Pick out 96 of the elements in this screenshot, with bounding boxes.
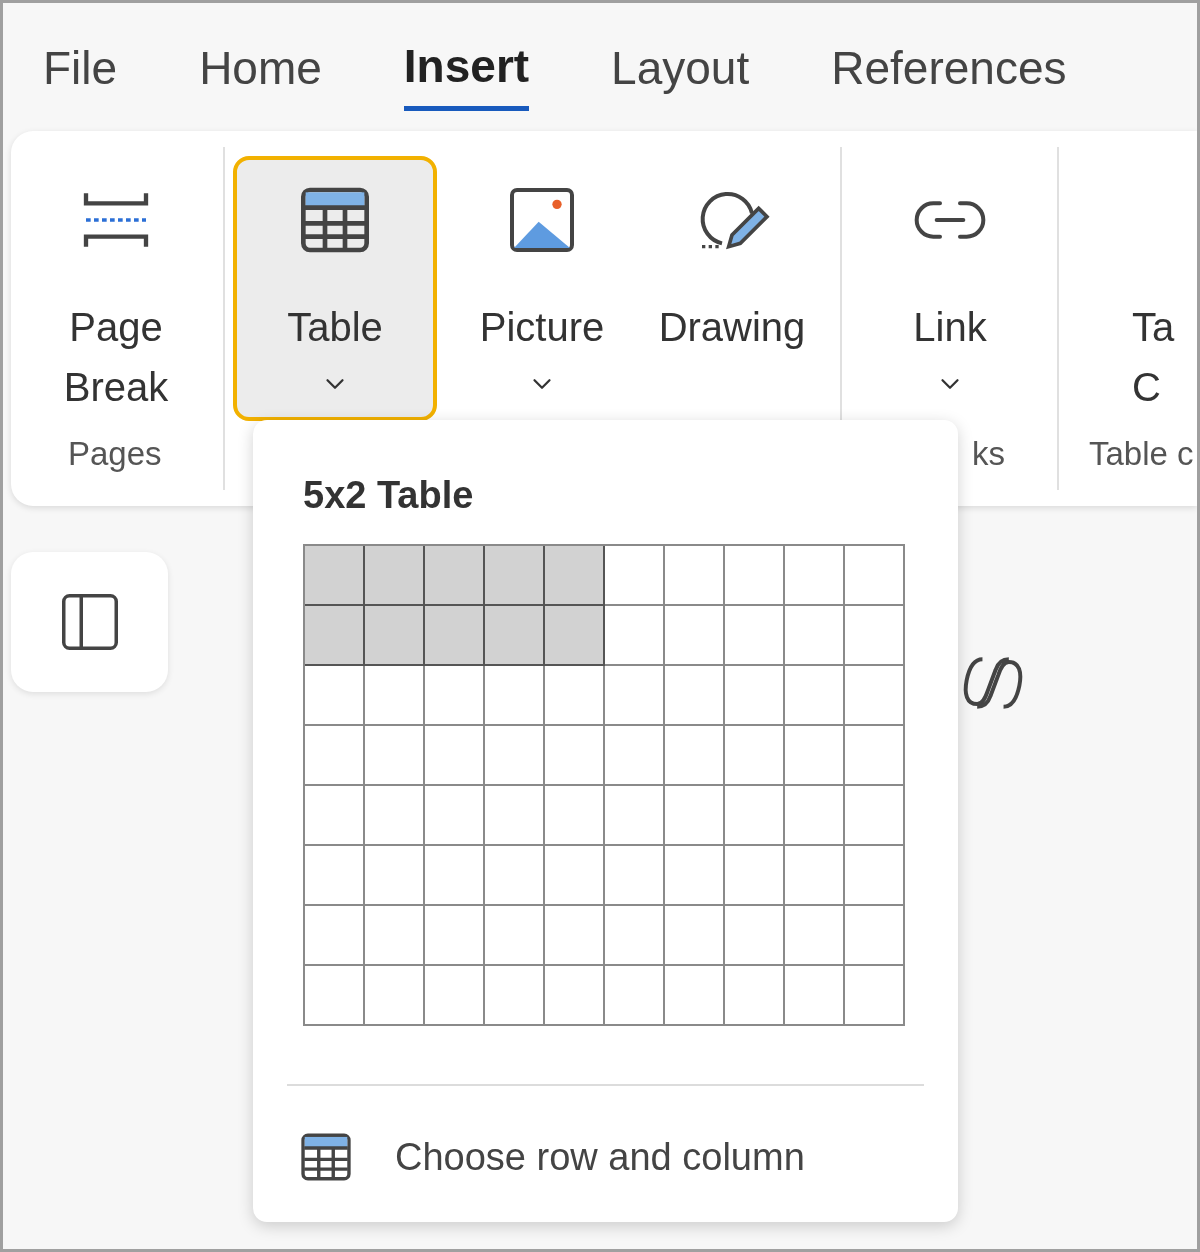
grid-cell[interactable] [785,546,845,606]
grid-cell[interactable] [545,846,605,906]
grid-cell[interactable] [485,966,545,1026]
grid-cell[interactable] [725,906,785,966]
grid-cell[interactable] [365,546,425,606]
grid-cell[interactable] [605,846,665,906]
grid-cell[interactable] [425,966,485,1026]
grid-cell[interactable] [785,666,845,726]
grid-cell[interactable] [665,606,725,666]
grid-cell[interactable] [725,666,785,726]
grid-cell[interactable] [365,726,425,786]
grid-cell[interactable] [365,966,425,1026]
grid-cell[interactable] [545,606,605,666]
ribbon-tab[interactable]: File [43,25,118,111]
grid-cell[interactable] [665,786,725,846]
grid-cell[interactable] [845,786,905,846]
grid-cell[interactable] [845,546,905,606]
group-label: Table c [1088,434,1194,474]
grid-cell[interactable] [845,846,905,906]
ribbon-button[interactable]: Ta C [1129,156,1191,421]
grid-cell[interactable] [725,846,785,906]
grid-cell[interactable] [665,726,725,786]
grid-cell[interactable] [845,906,905,966]
grid-cell[interactable] [425,726,485,786]
grid-cell[interactable] [485,786,545,846]
grid-cell[interactable] [605,906,665,966]
grid-cell[interactable] [545,966,605,1026]
grid-cell[interactable] [725,786,785,846]
group-label: Pages [67,434,163,474]
grid-cell[interactable] [785,786,845,846]
grid-cell[interactable] [545,786,605,846]
grid-cell[interactable] [305,546,365,606]
grid-cell[interactable] [725,726,785,786]
grid-cell[interactable] [665,966,725,1026]
ribbon-tab[interactable]: Insert [403,25,530,111]
grid-cell[interactable] [845,966,905,1026]
grid-cell[interactable] [785,606,845,666]
grid-cell[interactable] [365,666,425,726]
grid-cell[interactable] [425,786,485,846]
group-label: ks [971,434,1006,474]
grid-cell[interactable] [605,726,665,786]
ribbon-button[interactable]: Link [890,156,1010,421]
grid-cell[interactable] [425,546,485,606]
grid-cell[interactable] [305,666,365,726]
grid-cell[interactable] [485,726,545,786]
grid-cell[interactable] [485,546,545,606]
ribbon-button[interactable]: Drawing [647,156,817,421]
ribbon-tab[interactable]: Home [199,25,322,111]
grid-cell[interactable] [425,666,485,726]
grid-cell[interactable] [845,606,905,666]
grid-cell[interactable] [305,726,365,786]
grid-cell[interactable] [545,546,605,606]
grid-cell[interactable] [665,546,725,606]
grid-cell[interactable] [485,846,545,906]
grid-cell[interactable] [485,906,545,966]
grid-cell[interactable] [425,606,485,666]
grid-cell[interactable] [785,906,845,966]
grid-cell[interactable] [545,666,605,726]
grid-cell[interactable] [665,666,725,726]
grid-cell[interactable] [665,846,725,906]
grid-cell[interactable] [305,966,365,1026]
grid-cell[interactable] [305,606,365,666]
grid-cell[interactable] [725,966,785,1026]
ribbon-button[interactable]: Picture [467,156,617,421]
grid-cell[interactable] [725,546,785,606]
grid-cell[interactable] [845,726,905,786]
menu-item[interactable]: Choose row and column [287,1122,924,1192]
grid-cell[interactable] [305,846,365,906]
grid-cell[interactable] [425,846,485,906]
grid-cell[interactable] [725,606,785,666]
grid-cell[interactable] [605,786,665,846]
grid-cell[interactable] [605,606,665,666]
ribbon-button[interactable]: Page Break [41,156,191,421]
ribbon-tab[interactable]: Layout [611,25,750,111]
grid-cell[interactable] [365,846,425,906]
dropdown-title: 5x2 Table [303,473,475,518]
grid-cell[interactable] [785,726,845,786]
grid-cell[interactable] [365,906,425,966]
grid-cell[interactable] [605,966,665,1026]
grid-cell[interactable] [485,666,545,726]
grid-cell[interactable] [845,666,905,726]
ribbon-tab[interactable]: References [831,25,1067,111]
grid-cell[interactable] [545,906,605,966]
grid-cell[interactable] [605,546,665,606]
grid-cell[interactable] [425,906,485,966]
grid-cell[interactable] [485,606,545,666]
ribbon-button[interactable]: Table [233,156,437,421]
grid-cell[interactable] [365,786,425,846]
grid-cell[interactable] [665,906,725,966]
grid-cell[interactable] [605,666,665,726]
grid-cell[interactable] [305,786,365,846]
grid-cell[interactable] [365,606,425,666]
grid-cell[interactable] [785,846,845,906]
grid-cell[interactable] [305,906,365,966]
grid-cell[interactable] [545,726,605,786]
grid-cell[interactable] [785,966,845,1026]
